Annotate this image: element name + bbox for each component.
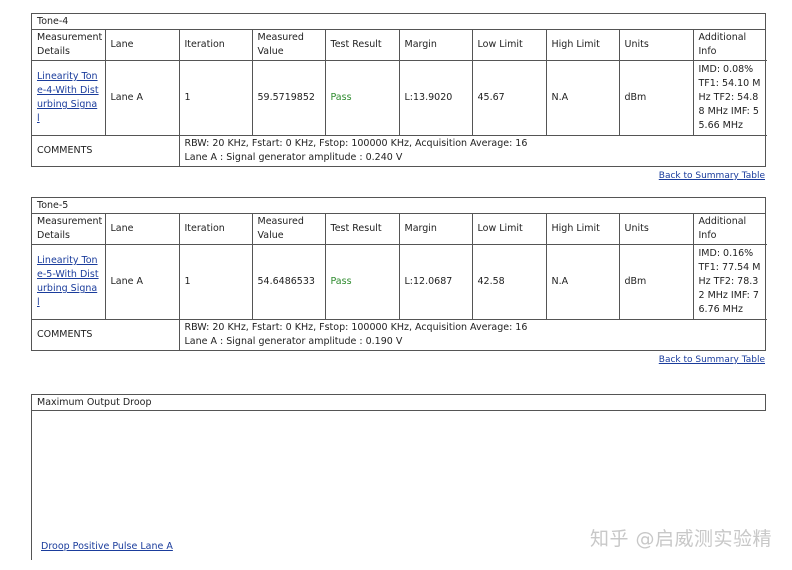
high-limit-cell: N.A: [546, 60, 620, 136]
low-limit-cell: 45.67: [472, 60, 547, 136]
droop-left-border: [31, 410, 32, 560]
header-units: Units: [619, 30, 694, 61]
header-low-limit: Low Limit: [472, 214, 547, 245]
test-result-cell: Pass: [325, 244, 400, 320]
header-measurement-details: Measurement Details: [32, 214, 106, 245]
comment-line: RBW: 20 KHz, Fstart: 0 KHz, Fstop: 10000…: [184, 138, 528, 149]
comments-cell: RBW: 20 KHz, Fstart: 0 KHz, Fstop: 10000…: [179, 320, 767, 351]
comments-cell: RBW: 20 KHz, Fstart: 0 KHz, Fstop: 10000…: [179, 136, 767, 167]
header-low-limit: Low Limit: [472, 30, 547, 61]
iteration-cell: 1: [179, 244, 253, 320]
comment-line: Lane A : Signal generator amplitude : 0.…: [184, 152, 403, 163]
measurement-cell: Linearity Tone-4-With Disturbing Signal: [32, 60, 106, 136]
header-additional-info: Additional Info: [693, 30, 767, 61]
test-result-cell: Pass: [325, 60, 400, 136]
comments-label: COMMENTS: [32, 319, 180, 350]
droop-title-box: Maximum Output Droop: [31, 394, 766, 411]
units-cell: dBm: [619, 244, 694, 320]
comments-row: COMMENTS RBW: 20 KHz, Fstart: 0 KHz, Fst…: [32, 135, 767, 167]
margin-cell: L:13.9020: [399, 60, 473, 136]
comment-line: Lane A : Signal generator amplitude : 0.…: [184, 336, 403, 347]
iteration-cell: 1: [179, 60, 253, 136]
results-table: Measurement Details Lane Iteration Measu…: [32, 30, 767, 166]
header-units: Units: [619, 214, 694, 245]
table-row: Linearity Tone-5-With Disturbing Signal …: [32, 244, 767, 320]
header-lane: Lane: [105, 30, 180, 61]
section-title: Tone-4: [32, 14, 765, 30]
comments-label: COMMENTS: [32, 135, 180, 166]
lane-cell: Lane A: [105, 244, 180, 320]
comments-row: COMMENTS RBW: 20 KHz, Fstart: 0 KHz, Fst…: [32, 319, 767, 351]
table-row: Linearity Tone-4-With Disturbing Signal …: [32, 60, 767, 136]
watermark: 知乎 @启威测实验精: [589, 528, 772, 550]
header-iteration: Iteration: [179, 30, 253, 61]
header-iteration: Iteration: [179, 214, 253, 245]
margin-cell: L:12.0687: [399, 244, 473, 320]
measured-value-cell: 59.5719852: [252, 60, 326, 136]
header-measurement-details: Measurement Details: [32, 30, 106, 61]
header-lane: Lane: [105, 214, 180, 245]
measurement-link[interactable]: Linearity Tone-5-With Disturbing Signal: [37, 255, 99, 308]
measured-value-cell: 54.6486533: [252, 244, 326, 320]
results-table: Measurement Details Lane Iteration Measu…: [32, 214, 767, 350]
measurement-link[interactable]: Linearity Tone-4-With Disturbing Signal: [37, 71, 99, 124]
measurement-cell: Linearity Tone-5-With Disturbing Signal: [32, 244, 106, 320]
units-cell: dBm: [619, 60, 694, 136]
additional-info-cell: IMD: 0.08% TF1: 54.10 MHz TF2: 54.88 MHz…: [693, 60, 767, 136]
additional-info-cell: IMD: 0.16% TF1: 77.54 MHz TF2: 78.32 MHz…: [693, 244, 767, 320]
result-section-tone-5: Tone-5 Measurement Details Lane Iteratio…: [31, 197, 767, 351]
back-to-summary-link[interactable]: Back to Summary Table: [659, 171, 765, 181]
section-title: Tone-5: [32, 198, 765, 214]
header-test-result: Test Result: [325, 214, 400, 245]
header-additional-info: Additional Info: [693, 214, 767, 245]
header-row: Measurement Details Lane Iteration Measu…: [32, 214, 767, 245]
result-section-tone-4: Tone-4 Measurement Details Lane Iteratio…: [31, 13, 767, 167]
header-test-result: Test Result: [325, 30, 400, 61]
header-measured-value: Measured Value: [252, 214, 326, 245]
header-measured-value: Measured Value: [252, 30, 326, 61]
header-margin: Margin: [399, 214, 473, 245]
header-margin: Margin: [399, 30, 473, 61]
lane-cell: Lane A: [105, 60, 180, 136]
header-high-limit: High Limit: [546, 30, 620, 61]
header-row: Measurement Details Lane Iteration Measu…: [32, 30, 767, 61]
header-high-limit: High Limit: [546, 214, 620, 245]
droop-title: Maximum Output Droop: [37, 397, 152, 408]
high-limit-cell: N.A: [546, 244, 620, 320]
comment-line: RBW: 20 KHz, Fstart: 0 KHz, Fstop: 10000…: [184, 322, 528, 333]
droop-link[interactable]: Droop Positive Pulse Lane A: [41, 541, 173, 552]
back-to-summary-link[interactable]: Back to Summary Table: [659, 355, 765, 365]
low-limit-cell: 42.58: [472, 244, 547, 320]
